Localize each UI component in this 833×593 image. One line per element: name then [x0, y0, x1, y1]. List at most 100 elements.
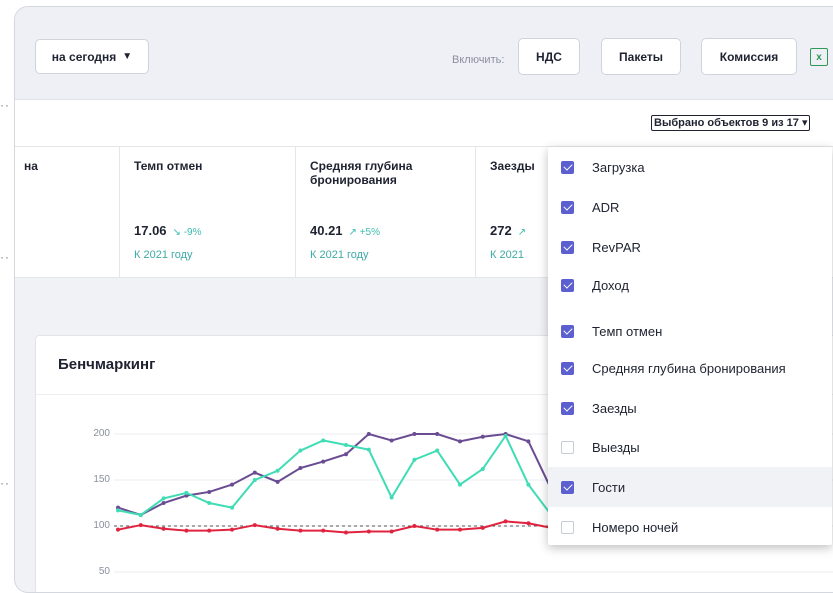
dropdown-option-room-nights[interactable]: Номеро ночей: [548, 507, 832, 547]
excel-export-icon[interactable]: x: [810, 48, 828, 66]
selected-objects-dropdown[interactable]: Выбрано объектов 9 из 17 ▾: [651, 115, 811, 131]
data-point: [389, 495, 394, 500]
data-point: [389, 529, 394, 534]
period-label: на сегодня: [51, 49, 117, 64]
data-point: [412, 432, 417, 436]
dropdown-option-guests[interactable]: Гости: [548, 467, 832, 507]
dropdown-option-arrivals[interactable]: Заезды: [548, 388, 832, 428]
data-point: [366, 447, 371, 452]
checkbox-checked[interactable]: [561, 160, 574, 174]
metric-value: 272 ↗: [490, 223, 527, 238]
data-point: [184, 528, 189, 533]
packages-toggle-button[interactable]: Пакеты: [601, 38, 681, 75]
metrics-select-dropdown: Загрузка ADR RevPAR Доход Темп отмен Сре…: [548, 147, 832, 545]
data-point: [161, 526, 166, 531]
data-point: [526, 482, 531, 487]
data-point: [458, 482, 462, 487]
option-label: Гости: [592, 479, 626, 495]
option-label: Средняя глубина бронирования: [592, 360, 786, 376]
data-point: [138, 512, 143, 517]
data-point: [458, 439, 462, 444]
data-point: [275, 468, 280, 473]
data-point: [138, 523, 143, 528]
data-point: [161, 496, 166, 501]
data-point: [321, 459, 326, 464]
period-dropdown[interactable]: на сегодня ▼: [35, 39, 149, 74]
selection-bar: Выбрано объектов 9 из 17 ▾: [15, 100, 833, 147]
data-point: [344, 452, 348, 457]
option-label: Темп отмен: [592, 323, 663, 339]
data-point: [503, 433, 508, 438]
data-point: [321, 438, 326, 443]
checkbox-checked[interactable]: [561, 401, 574, 415]
metric-title: Средняя глубина бронирования: [310, 159, 413, 187]
data-point: [435, 448, 440, 453]
data-point: [298, 528, 303, 533]
metric-card-booking-depth: Средняя глубина бронирования 40.21 ↗ +5% К…: [295, 147, 476, 277]
caret-down-icon: ▼: [122, 51, 133, 62]
metric-delta: ↘ -9%: [172, 227, 202, 238]
data-point: [435, 527, 440, 532]
data-point: [526, 521, 531, 526]
metric-card: на: [15, 147, 121, 277]
option-label: Доход: [592, 277, 629, 293]
include-label: Включить:: [452, 54, 505, 66]
dropdown-option-revenue[interactable]: Доход: [548, 265, 832, 305]
checkbox-checked[interactable]: [561, 361, 574, 375]
checkbox-checked[interactable]: [561, 324, 574, 338]
metric-compare-link[interactable]: К 2021: [490, 249, 524, 261]
commission-toggle-button[interactable]: Комиссия: [701, 38, 797, 75]
data-point: [412, 457, 417, 462]
metric-title: Темп отмен: [134, 159, 203, 173]
checkbox-unchecked[interactable]: [561, 520, 574, 534]
option-label: Выезды: [592, 439, 640, 455]
dropdown-option-revpar[interactable]: RevPAR: [548, 227, 832, 267]
data-point: [366, 529, 371, 534]
dropdown-option-cancel-rate[interactable]: Темп отмен: [548, 311, 832, 351]
dropdown-option-occupancy[interactable]: Загрузка: [548, 147, 832, 187]
data-point: [389, 438, 394, 443]
data-point: [435, 432, 440, 436]
option-label: Загрузка: [592, 159, 645, 175]
data-point: [252, 470, 257, 475]
dropdown-option-adr[interactable]: ADR: [548, 187, 832, 227]
data-point: [230, 482, 234, 487]
metric-compare-link[interactable]: К 2021 году: [310, 249, 369, 261]
data-point: [116, 527, 120, 532]
checkbox-checked[interactable]: [561, 200, 574, 214]
option-label: Заезды: [592, 400, 637, 416]
data-point: [298, 466, 303, 471]
data-point: [344, 443, 348, 448]
metric-compare-link[interactable]: К 2021 году: [134, 249, 193, 261]
data-point: [321, 528, 326, 533]
margin-dots: ··: [0, 250, 10, 264]
app-window: на сегодня ▼ Включить: НДС Пакеты Комисс…: [14, 6, 833, 593]
caret-down-icon: ▾: [801, 117, 808, 129]
dropdown-option-booking-depth[interactable]: Средняя глубина бронирования: [548, 348, 832, 388]
toolbar: на сегодня ▼ Включить: НДС Пакеты Комисс…: [15, 7, 833, 100]
option-label: Номеро ночей: [592, 519, 679, 535]
metric-value: 40.21 ↗ +5%: [310, 223, 380, 238]
data-point: [116, 508, 120, 513]
series-line-0: [117, 432, 553, 517]
data-point: [344, 530, 348, 535]
data-point: [207, 489, 212, 494]
checkbox-unchecked[interactable]: [561, 440, 574, 454]
checkbox-checked[interactable]: [561, 480, 574, 494]
dropdown-option-departures[interactable]: Выезды: [548, 427, 832, 467]
data-point: [230, 505, 234, 510]
checkbox-checked[interactable]: [561, 278, 574, 292]
metric-title: на: [24, 159, 38, 173]
data-point: [184, 490, 189, 495]
data-point: [207, 501, 212, 505]
nds-toggle-button[interactable]: НДС: [518, 38, 580, 75]
data-point: [298, 448, 303, 453]
data-point: [526, 439, 531, 444]
data-point: [252, 523, 257, 528]
data-point: [161, 501, 166, 505]
data-point: [366, 432, 371, 436]
metric-card-cancel-rate: Темп отмен 17.06 ↘ -9% К 2021 году: [119, 147, 295, 277]
checkbox-checked[interactable]: [561, 240, 574, 254]
selected-objects-label: Выбрано объектов 9 из 17: [654, 117, 799, 129]
data-point: [412, 524, 417, 528]
